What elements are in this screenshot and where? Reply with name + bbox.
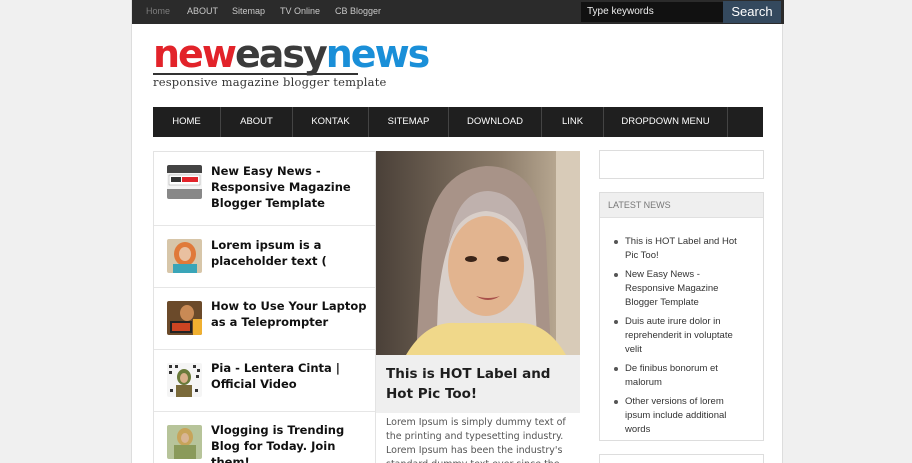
post-title[interactable]: Vlogging is Trending Blog for Today. Joi… xyxy=(211,422,371,463)
latest-news-item[interactable]: New Easy News - Responsive Magazine Blog… xyxy=(614,268,751,310)
latest-news-item[interactable]: This is HOT Label and Hot Pic Too! xyxy=(614,235,751,263)
page-container: Home ABOUT Sitemap TV Online CB Blogger … xyxy=(131,0,784,463)
featured-post[interactable]: This is HOT Label and Hot Pic Too! Lorem… xyxy=(376,151,580,463)
post-title[interactable]: Lorem ipsum is a placeholder text ( xyxy=(211,237,371,269)
post-title[interactable]: How to Use Your Laptop as a Teleprompter xyxy=(211,298,371,330)
top-bar: Home ABOUT Sitemap TV Online CB Blogger … xyxy=(132,0,784,24)
logo-part-new: new xyxy=(153,32,237,76)
list-item[interactable]: New Easy News - Responsive Magazine Blog… xyxy=(154,152,375,226)
nav-home[interactable]: HOME xyxy=(153,107,221,137)
logo-part-news: news xyxy=(325,32,431,76)
search-input[interactable]: Type keywords xyxy=(581,2,723,22)
site-logo[interactable]: neweasynews responsive magazine blogger … xyxy=(153,32,431,89)
topnav-about[interactable]: ABOUT xyxy=(187,0,218,24)
list-item[interactable]: Pia - Lentera Cinta | Official Video xyxy=(154,350,375,412)
list-item[interactable]: Vlogging is Trending Blog for Today. Joi… xyxy=(154,412,375,463)
topnav-cb-blogger[interactable]: CB Blogger xyxy=(335,0,381,24)
vlogger-thumbnail xyxy=(167,425,202,459)
nav-sitemap[interactable]: SITEMAP xyxy=(369,107,449,137)
nav-download[interactable]: DOWNLOAD xyxy=(449,107,542,137)
topnav-tv-online[interactable]: TV Online xyxy=(280,0,320,24)
logo-wordmark: neweasynews xyxy=(153,32,431,76)
post-title[interactable]: Pia - Lentera Cinta | Official Video xyxy=(211,360,371,392)
featured-excerpt: Lorem Ipsum is simply dummy text of the … xyxy=(376,413,580,463)
latest-news-list: This is HOT Label and Hot Pic Too! New E… xyxy=(600,218,763,437)
sidebar-widget-partial xyxy=(599,454,764,463)
woman-hijab-thumbnail xyxy=(167,239,202,273)
featured-image[interactable] xyxy=(376,151,580,355)
search-button[interactable]: Search xyxy=(723,1,781,23)
latest-news-item[interactable]: Duis aute irure dolor in reprehenderit i… xyxy=(614,315,751,357)
list-item[interactable]: Lorem ipsum is a placeholder text ( xyxy=(154,226,375,288)
list-item[interactable]: How to Use Your Laptop as a Teleprompter xyxy=(154,288,375,350)
nav-kontak[interactable]: KONTAK xyxy=(293,107,369,137)
easy-news-thumbnail xyxy=(167,165,202,199)
sidebar-search-box[interactable] xyxy=(599,150,764,179)
logo-tagline: responsive magazine blogger template xyxy=(153,73,387,89)
topnav-home[interactable]: Home xyxy=(146,0,170,24)
featured-title[interactable]: This is HOT Label and Hot Pic Too! xyxy=(386,364,572,404)
post-list: New Easy News - Responsive Magazine Blog… xyxy=(153,151,376,463)
nav-about[interactable]: ABOUT xyxy=(221,107,293,137)
latest-news-item[interactable]: De finibus bonorum et malorum xyxy=(614,362,751,390)
latest-news-item[interactable]: Other versions of lorem ipsum include ad… xyxy=(614,395,751,437)
post-title[interactable]: New Easy News - Responsive Magazine Blog… xyxy=(211,163,371,211)
main-nav: HOME ABOUT KONTAK SITEMAP DOWNLOAD LINK … xyxy=(153,107,763,137)
nav-dropdown-menu[interactable]: DROPDOWN MENU xyxy=(604,107,728,137)
topnav-sitemap[interactable]: Sitemap xyxy=(232,0,265,24)
music-video-thumbnail xyxy=(167,363,202,397)
nav-link[interactable]: LINK xyxy=(542,107,604,137)
logo-part-easy: easy xyxy=(234,32,328,76)
widget-title: LATEST NEWS xyxy=(600,193,763,218)
laptop-man-thumbnail xyxy=(167,301,202,335)
latest-news-widget: LATEST NEWS This is HOT Label and Hot Pi… xyxy=(599,192,764,441)
